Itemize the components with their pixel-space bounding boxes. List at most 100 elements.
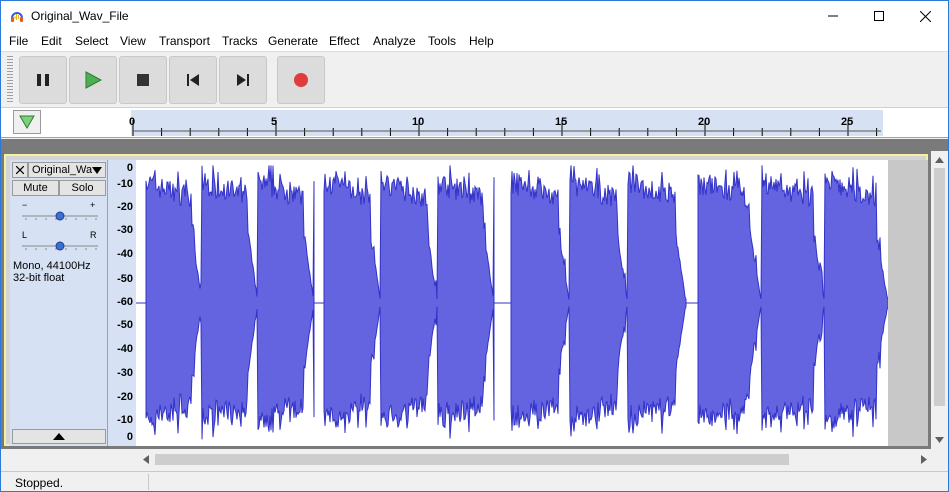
status-bar: Stopped. — [1, 471, 948, 491]
play-button[interactable] — [69, 56, 117, 104]
track-close-button[interactable] — [12, 162, 28, 178]
scroll-up-icon[interactable] — [935, 157, 944, 163]
scale-label: -30 — [117, 367, 133, 379]
pan-slider[interactable] — [22, 241, 98, 251]
timeline-ruler-row: 0 5 10 15 20 25 — [1, 108, 948, 138]
timeline-options-button[interactable] — [13, 110, 41, 134]
gain-plus-label: + — [90, 200, 96, 210]
stop-button[interactable] — [119, 56, 167, 104]
audio-track[interactable]: Original_Wa Mute Solo − + L R Mono, 4410… — [4, 154, 928, 446]
scroll-left-icon[interactable] — [143, 455, 149, 464]
ruler-ticks — [132, 120, 881, 136]
audacity-window: Original_Wav_File File Edit Select View … — [0, 0, 949, 492]
ruler-tick-label: 5 — [271, 116, 278, 128]
maximize-icon — [874, 11, 884, 21]
gain-slider-thumb[interactable] — [55, 211, 65, 221]
scale-label: -50 — [117, 319, 133, 331]
horizontal-scroll-thumb[interactable] — [155, 454, 789, 465]
scale-label: 0 — [126, 431, 133, 443]
vertical-scroll-thumb[interactable] — [934, 168, 945, 406]
close-icon — [15, 165, 25, 175]
menu-view[interactable]: View — [120, 34, 146, 48]
menu-tools[interactable]: Tools — [428, 34, 456, 48]
track-format-line: 32-bit float — [13, 272, 65, 284]
minimize-icon — [828, 15, 838, 17]
solo-button[interactable]: Solo — [59, 180, 106, 196]
gain-slider[interactable] — [22, 211, 98, 221]
waveform-empty-area — [888, 160, 928, 446]
skip-to-end-icon — [237, 74, 249, 86]
skip-to-end-button[interactable] — [219, 56, 267, 104]
stop-icon — [137, 74, 149, 86]
scale-label: -10 — [117, 414, 133, 426]
track-format-line: Mono, 44100Hz — [13, 260, 91, 272]
pan-slider-thumb[interactable] — [55, 241, 65, 251]
ruler-tick-label: 20 — [698, 116, 711, 128]
menu-analyze[interactable]: Analyze — [373, 34, 416, 48]
maximize-button[interactable] — [856, 1, 902, 31]
waveform — [136, 165, 889, 440]
waveform-canvas[interactable] — [136, 160, 889, 446]
horizontal-scrollbar[interactable] — [137, 451, 933, 468]
pause-icon — [37, 74, 49, 86]
minimize-button[interactable] — [810, 1, 856, 31]
window-title: Original_Wav_File — [31, 9, 129, 23]
status-divider — [148, 474, 149, 490]
scale-label: -20 — [117, 391, 133, 403]
collapse-track-button[interactable] — [12, 429, 106, 444]
skip-to-start-icon — [187, 74, 199, 86]
scale-label: -50 — [117, 273, 133, 285]
chevron-down-icon — [92, 167, 102, 174]
record-button[interactable] — [277, 56, 325, 104]
scale-label: -30 — [117, 224, 133, 236]
toolbar-grip[interactable] — [7, 56, 13, 104]
audacity-logo-icon — [11, 12, 23, 22]
menu-transport[interactable]: Transport — [159, 34, 210, 48]
scroll-down-icon[interactable] — [935, 437, 944, 443]
pan-left-label: L — [22, 230, 28, 240]
ruler-tick-label: 0 — [129, 116, 136, 128]
waveform-clip — [323, 165, 495, 439]
mute-button[interactable]: Mute — [12, 180, 59, 196]
scale-label: -60 — [117, 296, 133, 308]
track-area-top-margin — [1, 139, 948, 151]
scroll-right-icon[interactable] — [921, 455, 927, 464]
menu-bar: File Edit Select View Transport Tracks G… — [1, 31, 948, 52]
close-button[interactable] — [902, 1, 948, 31]
gain-minus-label: − — [22, 200, 28, 210]
transport-toolbar — [1, 52, 948, 108]
waveform-clip — [510, 165, 687, 437]
menu-effect[interactable]: Effect — [329, 34, 359, 48]
pause-button[interactable] — [19, 56, 67, 104]
ruler-tick-label: 15 — [555, 116, 568, 128]
record-icon — [294, 73, 308, 87]
scale-label: 0 — [126, 162, 133, 174]
status-text: Stopped. — [15, 476, 64, 490]
menu-help[interactable]: Help — [469, 34, 494, 48]
chevron-up-icon — [53, 433, 65, 440]
waveform-clip — [697, 165, 889, 437]
play-icon — [85, 71, 102, 89]
ruler-tick-label: 10 — [412, 116, 425, 128]
scale-label: -10 — [117, 178, 133, 190]
waveform-clip — [145, 165, 315, 440]
menu-file[interactable]: File — [9, 34, 28, 48]
track-name: Original_Wa — [32, 164, 93, 176]
menu-select[interactable]: Select — [75, 34, 108, 48]
triangle-down-icon — [19, 115, 35, 129]
scale-label: -40 — [117, 248, 133, 260]
track-name-menu[interactable]: Original_Wa — [28, 162, 106, 178]
ruler-tick-label: 25 — [841, 116, 854, 128]
close-icon — [919, 10, 931, 22]
skip-to-start-button[interactable] — [169, 56, 217, 104]
track-format-info: Mono, 44100Hz 32-bit float — [13, 260, 91, 284]
vertical-scrollbar[interactable] — [931, 151, 948, 449]
scale-label: -40 — [117, 343, 133, 355]
timeline-ruler[interactable]: 0 5 10 15 20 25 — [129, 110, 883, 136]
menu-edit[interactable]: Edit — [41, 34, 62, 48]
menu-generate[interactable]: Generate — [268, 34, 318, 48]
track-panel: Original_Wa Mute Solo − + L R Mono, 4410… — [1, 151, 931, 449]
menu-tracks[interactable]: Tracks — [222, 34, 258, 48]
scale-label: -20 — [117, 201, 133, 213]
title-bar: Original_Wav_File — [1, 1, 948, 31]
